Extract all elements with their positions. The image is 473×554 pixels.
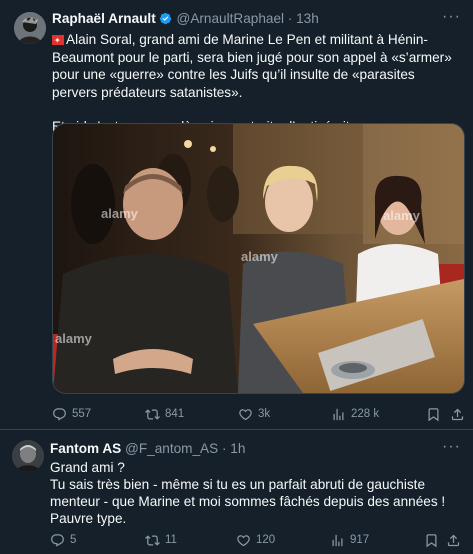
share-icon [451, 408, 464, 420]
timestamp[interactable]: 1h [230, 441, 245, 456]
reply-count: 557 [72, 408, 92, 420]
watermark-text: alamy [383, 208, 420, 223]
more-options-icon[interactable]: ··· [442, 9, 461, 25]
timestamp[interactable]: 13h [296, 11, 319, 26]
heart-icon [237, 534, 250, 546]
retweet-count: 11 [165, 534, 177, 546]
tweet-photo[interactable]: alamy alamy alamy alamy [52, 123, 465, 394]
author-handle[interactable]: @F_antom_AS [125, 441, 218, 456]
bookmark-button[interactable] [426, 404, 441, 424]
tweet-raphael-arnault[interactable]: Raphaël Arnault @ArnaultRaphael · 13h ··… [0, 0, 473, 430]
tweet-actions: 5 11 120 917 [50, 530, 461, 550]
share-button[interactable] [446, 530, 461, 550]
watermark-text: alamy [55, 331, 92, 346]
retweet-button[interactable]: 11 [145, 530, 177, 550]
reply-text: Grand ami ? Tu sais très bien - même si … [50, 459, 459, 527]
author-name[interactable]: Fantom AS [50, 441, 121, 456]
author-handle[interactable]: @ArnaultRaphael [177, 11, 285, 26]
like-count: 120 [256, 534, 276, 546]
flag-emoji-icon [52, 32, 64, 50]
tweet-header: Raphaël Arnault @ArnaultRaphael · 13h [52, 10, 319, 28]
like-button[interactable]: 120 [236, 530, 275, 550]
tweet-fantom-as[interactable]: Fantom AS @F_antom_AS · 1h ··· Grand ami… [0, 430, 473, 554]
avatar[interactable] [12, 440, 44, 472]
like-count: 3k [258, 408, 271, 420]
share-icon [447, 534, 460, 546]
views-button[interactable]: 917 [330, 530, 369, 550]
bookmark-button[interactable] [424, 530, 439, 550]
reply-button[interactable]: 5 [50, 530, 76, 550]
view-count: 917 [350, 534, 370, 546]
tweet-paragraph-1: Alain Soral, grand ami de Marine Le Pen … [52, 32, 452, 100]
reply-count: 5 [70, 534, 77, 546]
tweet-actions: 557 841 3k 228 k [52, 404, 464, 424]
heart-icon [239, 408, 252, 420]
reply-button[interactable]: 557 [52, 404, 91, 424]
reply-icon [53, 407, 66, 421]
watermark-text: alamy [241, 249, 278, 264]
analytics-icon [333, 408, 344, 420]
dot-separator: · [221, 441, 227, 456]
watermark-text: alamy [101, 206, 138, 221]
analytics-icon [332, 534, 343, 546]
verified-badge-icon [159, 12, 171, 25]
bookmark-icon [426, 533, 437, 547]
tweet-text: Alain Soral, grand ami de Marine Le Pen … [52, 31, 461, 136]
reply-line-2: Tu sais très bien - même si tu es un par… [50, 477, 446, 509]
reply-icon [51, 533, 64, 547]
reply-line-3: Pauvre type. [50, 511, 127, 526]
retweet-icon [145, 534, 160, 546]
share-button[interactable] [450, 404, 465, 424]
avatar[interactable] [14, 12, 46, 44]
reply-line-1: Grand ami ? [50, 460, 125, 475]
bookmark-icon [428, 407, 439, 421]
view-count: 228 k [351, 408, 380, 420]
dot-separator: · [287, 11, 293, 26]
tweet-header: Fantom AS @F_antom_AS · 1h [50, 440, 245, 458]
more-options-icon[interactable]: ··· [442, 439, 461, 455]
retweet-count: 841 [165, 408, 185, 420]
views-button[interactable]: 228 k [331, 404, 379, 424]
like-button[interactable]: 3k [238, 404, 270, 424]
author-name[interactable]: Raphaël Arnault [52, 11, 156, 26]
retweet-button[interactable]: 841 [145, 404, 184, 424]
retweet-icon [145, 408, 160, 420]
